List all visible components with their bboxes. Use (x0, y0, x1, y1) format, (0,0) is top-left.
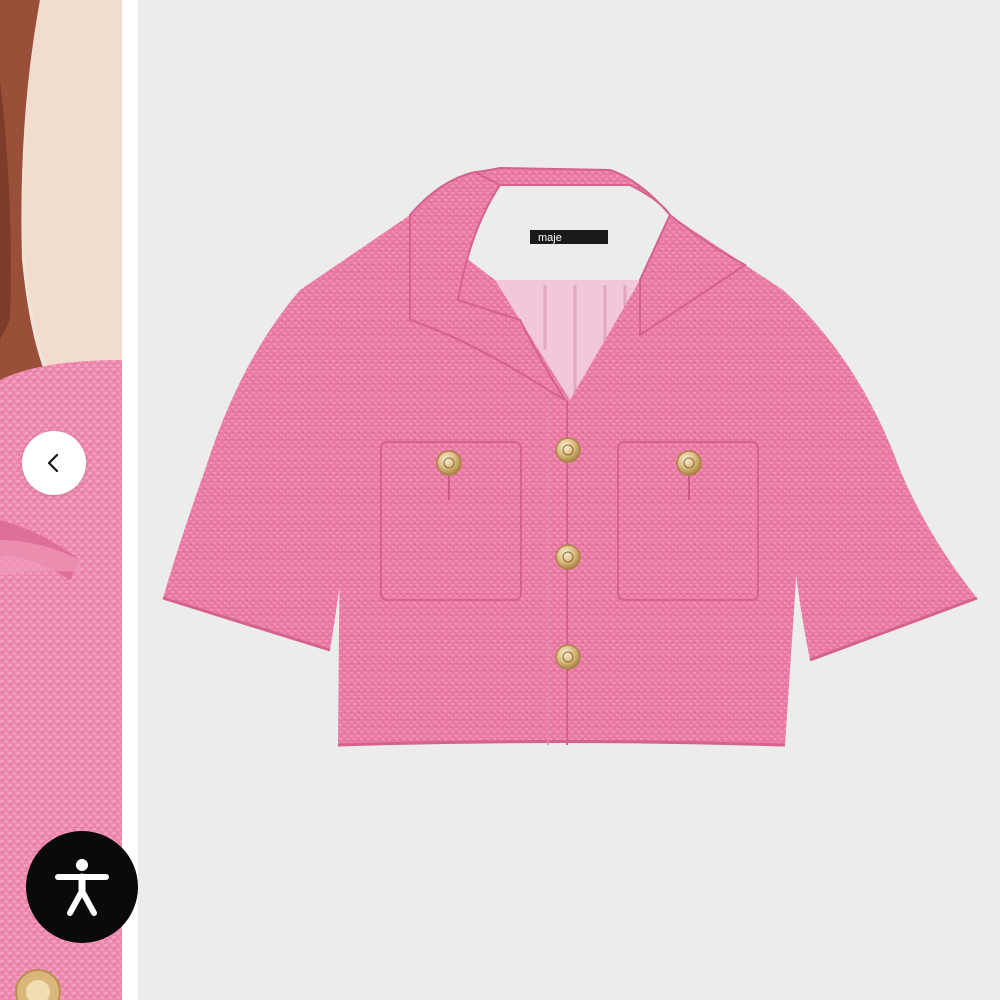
product-image-gallery: maje (0, 0, 1000, 1000)
previous-image-button[interactable] (22, 431, 86, 495)
pink-tweed-cropped-jacket: maje (138, 0, 1000, 1000)
chevron-left-icon (47, 453, 59, 473)
brand-label-text: maje (538, 232, 562, 244)
gold-button (555, 644, 581, 670)
main-product-image[interactable]: maje (138, 0, 1000, 1000)
gold-button (436, 450, 462, 476)
gold-button (555, 437, 581, 463)
gold-button (555, 544, 581, 570)
accessibility-button[interactable] (26, 831, 138, 943)
accessibility-person-icon (55, 859, 109, 916)
gold-button (676, 450, 702, 476)
